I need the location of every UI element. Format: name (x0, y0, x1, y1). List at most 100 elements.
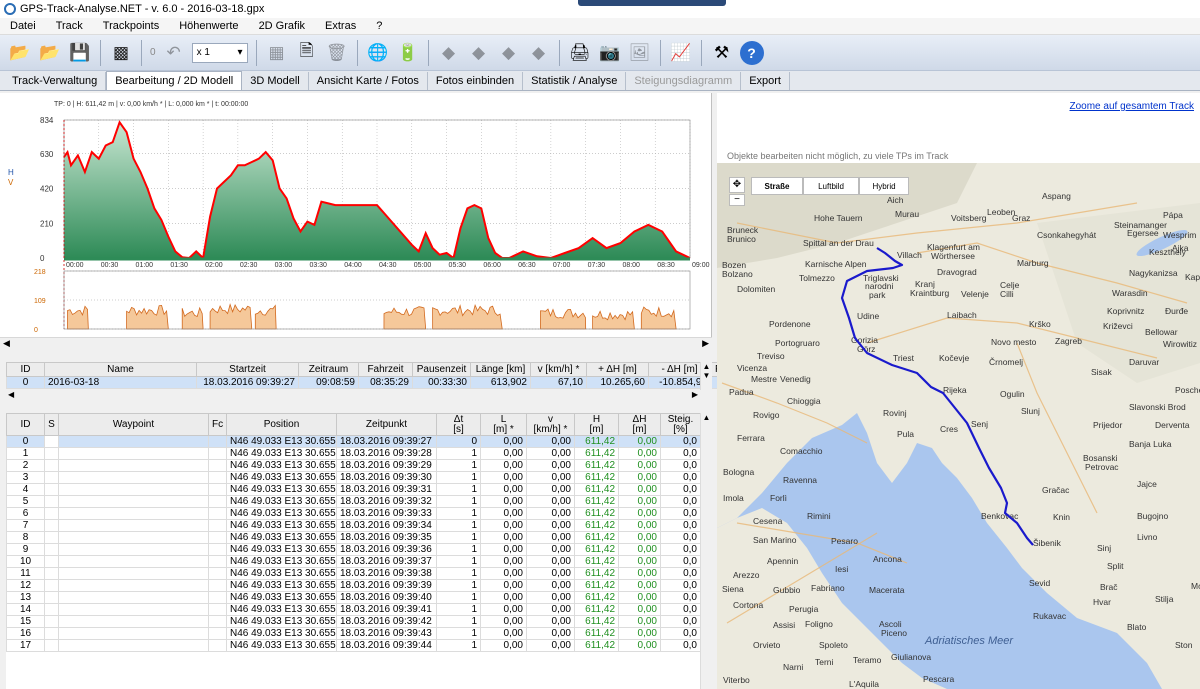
chart-hscroll[interactable]: ◀ ▶ (0, 337, 712, 349)
tab-statistik[interactable]: Statistik / Analyse (523, 72, 627, 90)
trackpoint-cell[interactable] (44, 555, 59, 568)
table-row[interactable]: 17 N46 49.033 E13 30.655 18.03.2016 09:39:… (6, 639, 701, 652)
help-icon[interactable]: ? (739, 40, 764, 65)
trackpoint-column-header[interactable]: Position (226, 413, 337, 436)
map-type-luftbild[interactable]: Luftbild (803, 177, 859, 195)
table-row[interactable]: 8 N46 49.033 E13 30.655 18.03.2016 09:39:3… (6, 531, 701, 544)
undo-icon[interactable]: ↶ (162, 41, 186, 65)
tag-icon-4[interactable]: ◆ (527, 41, 551, 65)
menu-hoehenwerte[interactable]: Höhenwerte (169, 20, 248, 32)
zoom-select[interactable]: x 1 ▾ (191, 42, 248, 63)
tab-bearbeitung-2d[interactable]: Bearbeitung / 2D Modell (106, 71, 243, 90)
map-view[interactable]: Aich Aspang Leoben Murau Voitsberg Graz Steina… (717, 163, 1200, 689)
trackpoint-cell[interactable] (44, 495, 59, 508)
filter-icon[interactable]: ▦ (265, 41, 289, 65)
table-row[interactable]: 13 N46 49.033 E13 30.655 18.03.2016 09:39:… (6, 591, 701, 604)
tag-icon-1[interactable]: ◆ (437, 41, 461, 65)
summary-row[interactable]: 0 2016-03-18 18.03.2016 09:39:27 09:08:59 08… (6, 376, 731, 389)
table-row[interactable]: 1 N46 49.033 E13 30.655 18.03.2016 09:39:2… (6, 447, 701, 460)
battery-icon[interactable]: 🔋 (396, 41, 420, 65)
trackpoint-column-header[interactable]: v [km/h] * (526, 413, 575, 436)
summary-hscroll[interactable]: ◀ ▶ (6, 390, 712, 401)
trackpoint-column-header[interactable]: S (44, 413, 59, 436)
trackpoints-vscroll[interactable]: ▲ (700, 413, 712, 689)
trackpoint-column-header[interactable]: Fc (208, 413, 227, 436)
trackpoint-column-header[interactable]: Waypoint (58, 413, 209, 436)
gps-device-icon[interactable]: ▩ (109, 41, 133, 65)
tag-icon-3[interactable]: ◆ (497, 41, 521, 65)
trackpoint-cell[interactable] (44, 483, 59, 496)
trackpoint-cell[interactable] (44, 519, 59, 532)
summary-vscroll[interactable]: ▲ ▼ (700, 362, 712, 390)
summary-column-header[interactable]: Fahrzeit (358, 362, 413, 377)
trackpoint-cell[interactable] (44, 435, 59, 448)
document-icon[interactable]: 🗎 (295, 41, 319, 65)
trackpoint-cell[interactable] (44, 471, 59, 484)
table-row[interactable]: 10 N46 49.033 E13 30.655 18.03.2016 09:39:… (6, 555, 701, 568)
table-row[interactable]: 16 N46 49.033 E13 30.655 18.03.2016 09:39:… (6, 627, 701, 640)
tab-export[interactable]: Export (741, 72, 790, 90)
tab-ansicht-karte[interactable]: Ansicht Karte / Fotos (309, 72, 428, 90)
elevation-speed-chart[interactable]: 834 630 420 210 0 HV 00:00 00:30 01:00 01:30 02:00… (0, 93, 712, 337)
map-type-strasse[interactable]: Straße (751, 177, 803, 195)
printer-icon[interactable]: 🖨 (568, 41, 592, 65)
save-icon[interactable]: 💾 (68, 41, 92, 65)
menu-extras[interactable]: Extras (315, 20, 366, 32)
trackpoint-cell[interactable] (44, 579, 59, 592)
summary-column-header[interactable]: ID (6, 362, 45, 377)
trackpoint-cell[interactable] (44, 591, 59, 604)
trackpoint-cell[interactable] (44, 507, 59, 520)
table-row[interactable]: 12 N46 49.033 E13 30.655 18.03.2016 09:39:… (6, 579, 701, 592)
trackpoint-cell[interactable] (44, 567, 59, 580)
summary-column-header[interactable]: Name (44, 362, 197, 377)
summary-column-header[interactable]: Pausenzeit (412, 362, 471, 377)
trackpoint-column-header[interactable]: H [m] (574, 413, 619, 436)
open-folder-icon[interactable]: 📂 (8, 41, 32, 65)
map-type-hybrid[interactable]: Hybrid (859, 177, 909, 195)
trackpoint-column-header[interactable]: Δt [s] (436, 413, 481, 436)
map-zoom-out-control[interactable]: − (729, 194, 745, 206)
tools-icon[interactable]: ⚒ (710, 41, 734, 65)
summary-column-header[interactable]: v [km/h] * (530, 362, 587, 377)
trackpoint-cell[interactable] (44, 459, 59, 472)
table-row[interactable]: 7 N46 49.033 E13 30.655 18.03.2016 09:39:3… (6, 519, 701, 532)
trackpoint-cell[interactable] (44, 603, 59, 616)
trackpoint-cell[interactable] (44, 639, 59, 652)
trackpoint-column-header[interactable]: L [m] * (480, 413, 527, 436)
menu-trackpoints[interactable]: Trackpoints (93, 20, 169, 32)
table-row[interactable]: 6 N46 49.033 E13 30.655 18.03.2016 09:39:3… (6, 507, 701, 520)
map-canvas[interactable]: Aich AspangLeobenMurau Voitsberg GrazSteina… (717, 163, 1200, 689)
tab-track-verwaltung[interactable]: Track-Verwaltung (4, 72, 107, 90)
trackpoint-cell[interactable] (44, 531, 59, 544)
table-row[interactable]: 9 N46 49.033 E13 30.655 18.03.2016 09:39:3… (6, 543, 701, 556)
menu-datei[interactable]: Datei (0, 20, 46, 32)
table-row[interactable]: 0 N46 49.033 E13 30.655 18.03.2016 09:39:2… (6, 435, 701, 448)
open-recent-icon[interactable]: 📂 (38, 41, 62, 65)
trackpoint-cell[interactable] (44, 627, 59, 640)
table-row[interactable]: 5 N46 49.033 E13 30.655 18.03.2016 09:39:3… (6, 495, 701, 508)
tab-steigungsdiagramm[interactable]: Steigungsdiagramm (626, 72, 742, 90)
trackpoint-cell[interactable] (44, 615, 59, 628)
map-pan-control[interactable]: ✥ (729, 177, 745, 193)
trackpoint-cell[interactable] (44, 447, 59, 460)
table-row[interactable]: 14 N46 49.033 E13 30.655 18.03.2016 09:39:… (6, 603, 701, 616)
trackpoint-column-header[interactable]: Steig. [%] (660, 413, 701, 436)
zoom-to-track-link[interactable]: Zoome auf gesamtem Track (1070, 101, 1195, 112)
trackpoint-column-header[interactable]: Zeitpunkt (336, 413, 437, 436)
chart-icon[interactable]: 📈 (669, 41, 693, 65)
table-row[interactable]: 3 N46 49.033 E13 30.655 18.03.2016 09:39:3… (6, 471, 701, 484)
globe-icon[interactable]: 🌐 (366, 41, 390, 65)
table-row[interactable]: 2 N46 49.033 E13 30.655 18.03.2016 09:39:2… (6, 459, 701, 472)
trackpoint-column-header[interactable]: ID (6, 413, 45, 436)
tab-3d-modell[interactable]: 3D Modell (242, 72, 309, 90)
summary-column-header[interactable]: + ΔH [m] (586, 362, 649, 377)
summary-column-header[interactable]: Länge [km] (470, 362, 531, 377)
image-icon[interactable]: 🖼 (628, 41, 652, 65)
trackpoint-cell[interactable] (44, 543, 59, 556)
trash-icon[interactable]: 🗑 (325, 41, 349, 65)
trackpoint-column-header[interactable]: ΔH [m] (618, 413, 661, 436)
tab-fotos-einbinden[interactable]: Fotos einbinden (428, 72, 524, 90)
menu-2d-grafik[interactable]: 2D Grafik (249, 20, 315, 32)
menu-track[interactable]: Track (46, 20, 93, 32)
tag-icon-2[interactable]: ◆ (467, 41, 491, 65)
